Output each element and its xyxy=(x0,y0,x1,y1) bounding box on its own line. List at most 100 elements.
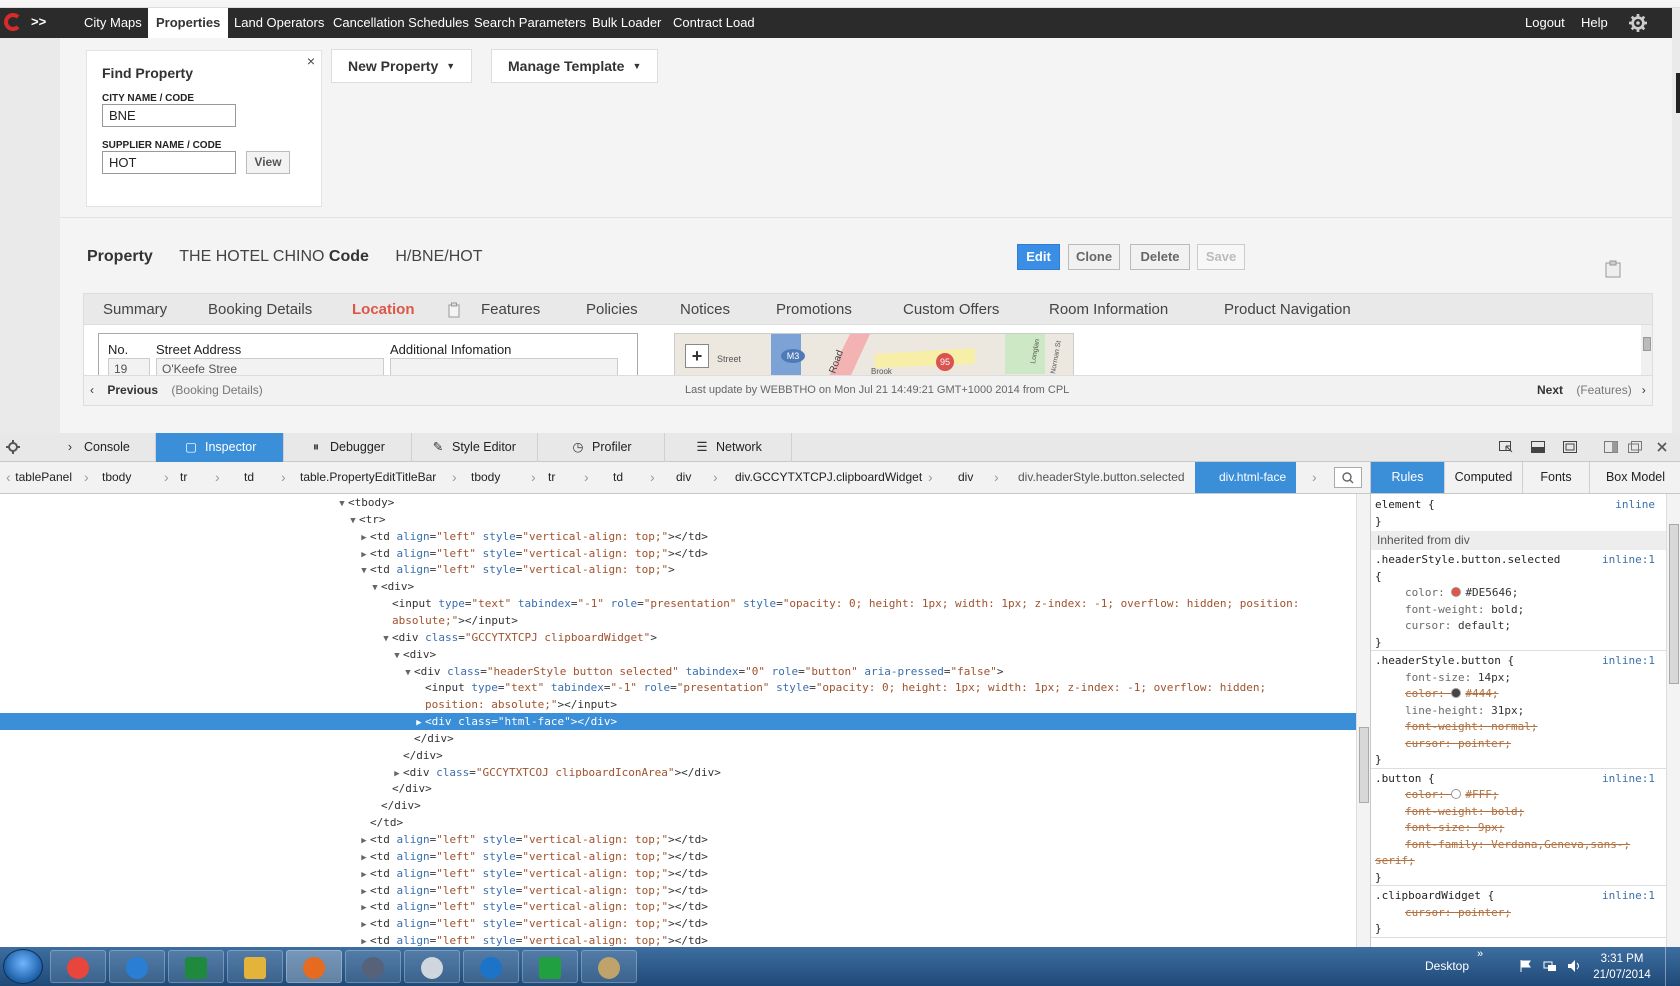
markup-line[interactable]: <input type="text" tabindex="-1" role="p… xyxy=(0,679,1356,696)
supplier-input[interactable] xyxy=(102,151,236,174)
tab-policies[interactable]: Policies xyxy=(586,294,638,326)
breadcrumb-item[interactable]: table.PropertyEditTitleBar xyxy=(300,462,436,493)
street-number-field[interactable]: 19 xyxy=(108,358,150,375)
markup-line[interactable]: ▼ <td align="left" style="vertical-align:… xyxy=(0,561,1356,578)
flag-icon[interactable] xyxy=(1519,959,1533,973)
property-value[interactable]: #444; xyxy=(1465,687,1498,700)
city-input[interactable] xyxy=(102,104,236,127)
markup-scrollbar[interactable] xyxy=(1356,494,1370,947)
breadcrumb-item[interactable]: tr xyxy=(180,462,187,493)
property-value[interactable]: serif; xyxy=(1375,854,1415,867)
color-swatch-icon[interactable] xyxy=(1451,688,1462,698)
responsive-mode-icon[interactable] xyxy=(1563,441,1577,453)
tab-custom-offers[interactable]: Custom Offers xyxy=(903,294,999,326)
property-value[interactable]: 14px; xyxy=(1478,671,1511,684)
property-value[interactable]: #FFF; xyxy=(1465,788,1498,801)
undock-window-icon[interactable] xyxy=(1628,441,1642,453)
breadcrumb-item[interactable]: div.headerStyle.button.selected xyxy=(1018,462,1188,493)
property-value[interactable]: bold; xyxy=(1491,603,1524,616)
expand-rail-chevron[interactable]: >> xyxy=(31,14,46,29)
tab-product-navigation[interactable]: Product Navigation xyxy=(1224,294,1351,326)
breadcrumb-scroll-right-icon[interactable]: › xyxy=(1312,462,1317,493)
page-scrollbar-thumb[interactable] xyxy=(1676,73,1680,113)
new-property-dropdown[interactable]: New Property ▼ xyxy=(331,49,473,83)
view-button[interactable]: View xyxy=(246,151,290,174)
taskbar-remote-desktop-button[interactable] xyxy=(522,950,578,983)
toolbar-overflow-chevron[interactable]: » xyxy=(1477,948,1483,960)
tab-booking-details[interactable]: Booking Details xyxy=(208,294,312,326)
markup-line[interactable]: ▶ <td align="left" style="vertical-align:… xyxy=(0,528,1356,545)
property-value[interactable]: 9px; xyxy=(1478,821,1505,834)
markup-line[interactable]: ▶ <td align="left" style="vertical-align:… xyxy=(0,545,1356,562)
clone-button[interactable]: Clone xyxy=(1068,244,1120,270)
markup-line[interactable]: ▶ <td align="left" style="vertical-align:… xyxy=(0,831,1356,848)
property-value[interactable]: pointer; xyxy=(1458,906,1511,919)
tab-room-information[interactable]: Room Information xyxy=(1049,294,1168,326)
markup-line[interactable]: ▼ <tr> xyxy=(0,511,1356,528)
property-value[interactable]: Verdana,Geneva,sans-; xyxy=(1491,838,1630,851)
property-value[interactable]: pointer; xyxy=(1458,737,1511,750)
devtools-tab-style-editor[interactable]: ✎ Style Editor xyxy=(412,433,538,462)
pick-element-icon[interactable] xyxy=(1499,441,1513,453)
nav-properties[interactable]: Properties xyxy=(148,8,229,38)
property-value[interactable]: #DE5646; xyxy=(1465,586,1518,599)
previous-link[interactable]: ‹ Previous (Booking Details) xyxy=(90,376,263,405)
save-button[interactable]: Save xyxy=(1197,244,1245,270)
delete-button[interactable]: Delete xyxy=(1130,244,1190,270)
markup-line[interactable]: ▶ <div class="GCCYTXTCOJ clipboardIconAre… xyxy=(0,764,1356,781)
street-address-field[interactable]: O'Keefe Stree xyxy=(156,358,384,375)
taskbar-teamviewer-button[interactable] xyxy=(463,950,519,983)
next-link[interactable]: Next (Features) › xyxy=(1537,376,1646,405)
rule-source-link[interactable]: inline:1 xyxy=(1602,551,1655,568)
logout-link[interactable]: Logout xyxy=(1525,8,1565,38)
property-name[interactable]: cursor: xyxy=(1405,737,1458,750)
markup-line[interactable]: position: absolute;"></input> xyxy=(0,696,1356,713)
property-value[interactable]: normal; xyxy=(1491,720,1537,733)
markup-line[interactable]: ▼ <div> xyxy=(0,646,1356,663)
tab-fonts[interactable]: Fonts xyxy=(1523,462,1590,493)
breadcrumb-item-selected[interactable]: div.html-face xyxy=(1195,462,1297,493)
devtools-tab-network[interactable]: ☰ Network xyxy=(665,433,792,462)
color-swatch-icon[interactable] xyxy=(1451,789,1462,799)
devtools-tab-inspector[interactable]: ▢ Inspector xyxy=(156,433,284,462)
manage-template-dropdown[interactable]: Manage Template ▼ xyxy=(491,49,659,83)
property-name[interactable]: line-height: xyxy=(1405,704,1491,717)
taskbar-clock-app-button[interactable] xyxy=(404,950,460,983)
property-name[interactable]: font-size: xyxy=(1405,821,1478,834)
split-console-icon[interactable] xyxy=(1531,441,1545,453)
tab-features[interactable]: Features xyxy=(481,294,540,326)
breadcrumb-item[interactable]: tbody xyxy=(471,462,500,493)
breadcrumb-item[interactable]: td xyxy=(244,462,254,493)
page-scrollbar[interactable] xyxy=(1672,8,1680,433)
markup-line[interactable]: ▼ <div class="headerStyle button selected… xyxy=(0,663,1356,680)
tab-rules[interactable]: Rules xyxy=(1371,462,1445,493)
property-value[interactable]: default; xyxy=(1458,619,1511,632)
location-map[interactable]: 95 M3 Street Road Brook Norman St Longla… xyxy=(674,333,1074,375)
markup-line[interactable]: ▼ <tbody> xyxy=(0,494,1356,511)
rule-source-link[interactable]: inline:1 xyxy=(1602,887,1655,904)
devtools-options-gear-icon[interactable] xyxy=(6,440,20,454)
property-name[interactable]: font-weight: xyxy=(1405,720,1491,733)
breadcrumb-item[interactable]: div xyxy=(676,462,691,493)
markup-line[interactable]: ▶ <td align="left" style="vertical-align:… xyxy=(0,865,1356,882)
tab-notices[interactable]: Notices xyxy=(680,294,730,326)
dock-side-icon[interactable] xyxy=(1604,441,1618,453)
devtools-tab-console[interactable]: › Console xyxy=(28,433,156,462)
nav-land-operators[interactable]: Land Operators xyxy=(234,8,324,38)
rule-source-link[interactable]: inline:1 xyxy=(1602,770,1655,787)
property-name[interactable]: font-family: xyxy=(1405,838,1491,851)
app-logo[interactable]: >> xyxy=(0,8,60,38)
markup-line[interactable]: </div> xyxy=(0,797,1356,814)
rules-scrollbar[interactable] xyxy=(1666,494,1680,947)
markup-line[interactable]: </td> xyxy=(0,814,1356,831)
nav-city-maps[interactable]: City Maps xyxy=(84,8,142,38)
breadcrumb-item[interactable]: div xyxy=(958,462,973,493)
markup-line[interactable]: ▼ <div> xyxy=(0,578,1356,595)
close-devtools-icon[interactable] xyxy=(1655,441,1669,453)
settings-gear-icon[interactable] xyxy=(1629,14,1647,32)
system-clock[interactable]: 3:31 PM 21/07/2014 xyxy=(1592,951,1652,983)
property-name[interactable]: color: xyxy=(1405,788,1451,801)
markup-line[interactable]: ▶ <td align="left" style="vertical-align:… xyxy=(0,898,1356,915)
property-name[interactable]: font-weight: xyxy=(1405,603,1491,616)
taskbar-internet-explorer-button[interactable] xyxy=(109,950,165,983)
